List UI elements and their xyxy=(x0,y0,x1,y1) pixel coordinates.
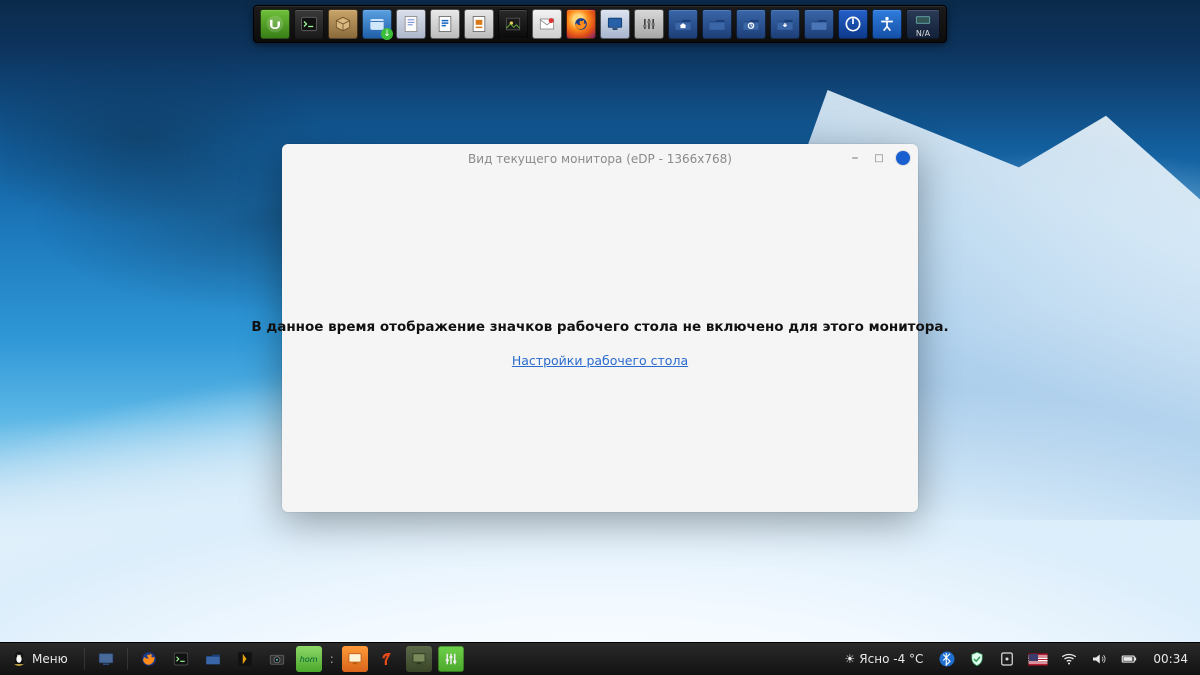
bluetooth-icon[interactable] xyxy=(935,646,959,672)
downloads-folder-icon[interactable] xyxy=(770,9,800,39)
taskbar-separator xyxy=(127,648,128,670)
homebank-icon[interactable]: hom xyxy=(296,646,322,672)
files-launcher-icon[interactable] xyxy=(200,646,226,672)
terminal-icon[interactable] xyxy=(294,9,324,39)
firefox-icon[interactable] xyxy=(566,9,596,39)
keyboard-layout-flag[interactable] xyxy=(1025,646,1051,672)
notes-icon[interactable] xyxy=(396,9,426,39)
show-desktop-icon[interactable] xyxy=(93,646,119,672)
window-title: Вид текущего монитора (eDP - 1366x768) xyxy=(468,152,732,166)
menu-label: Меню xyxy=(32,652,68,666)
cpu-temp-na[interactable]: N/A xyxy=(906,9,940,39)
volume-icon[interactable] xyxy=(1087,646,1111,672)
terminal-launcher-icon[interactable] xyxy=(168,646,194,672)
libreoffice-writer-icon[interactable] xyxy=(430,9,460,39)
plex-icon[interactable] xyxy=(232,646,258,672)
flag-us-icon xyxy=(1028,653,1048,666)
tux-icon xyxy=(10,650,28,668)
camera-icon[interactable] xyxy=(264,646,290,672)
window-message: В данное время отображение значков рабоч… xyxy=(251,319,948,335)
wifi-icon[interactable] xyxy=(1057,646,1081,672)
backup-icon[interactable] xyxy=(736,9,766,39)
top-dock: ↓ N/A xyxy=(253,5,947,43)
accessibility-icon[interactable] xyxy=(872,9,902,39)
window-titlebar[interactable]: Вид текущего монитора (eDP - 1366x768) –… xyxy=(282,144,918,174)
libreoffice-impress-icon[interactable] xyxy=(464,9,494,39)
na-label: N/A xyxy=(916,30,930,38)
battery-icon[interactable] xyxy=(1117,646,1141,672)
package-manager-icon[interactable] xyxy=(328,9,358,39)
folder-open-icon[interactable] xyxy=(804,9,834,39)
window-maximize-button[interactable]: □ xyxy=(872,151,886,165)
yandex-icon[interactable] xyxy=(374,646,400,672)
start-menu-button[interactable]: Меню xyxy=(6,646,76,672)
weather-sun-icon: ☀ xyxy=(845,652,856,666)
desktop-settings-link[interactable]: Настройки рабочего стола xyxy=(512,353,688,368)
shield-icon[interactable] xyxy=(965,646,989,672)
clock[interactable]: 00:34 xyxy=(1147,652,1194,666)
folder-icon[interactable] xyxy=(702,9,732,39)
taskbar-colon: : xyxy=(328,652,336,666)
weather-applet[interactable]: ☀ Ясно -4 °C xyxy=(839,652,930,666)
monitor-settings-icon[interactable] xyxy=(600,9,630,39)
audio-mixer-icon[interactable] xyxy=(634,9,664,39)
image-viewer-icon[interactable] xyxy=(498,9,528,39)
window-body: В данное время отображение значков рабоч… xyxy=(282,174,918,512)
mail-icon[interactable] xyxy=(532,9,562,39)
taskbar: Меню hom : xyxy=(0,642,1200,675)
firefox-launcher-icon[interactable] xyxy=(136,646,162,672)
window-minimize-button[interactable]: – xyxy=(848,151,862,165)
window-close-button[interactable] xyxy=(896,151,910,165)
mixer-task[interactable] xyxy=(438,646,464,672)
weather-text: Ясно -4 °C xyxy=(859,652,923,666)
clock-text: 00:34 xyxy=(1153,652,1188,666)
mint-menu-icon[interactable] xyxy=(260,9,290,39)
display-window-task[interactable] xyxy=(342,646,368,672)
power-icon[interactable] xyxy=(838,9,868,39)
downloads-icon[interactable]: ↓ xyxy=(362,9,392,39)
home-folder-icon[interactable] xyxy=(668,9,698,39)
monitor-view-window: Вид текущего монитора (eDP - 1366x768) –… xyxy=(282,144,918,512)
taskbar-separator xyxy=(84,648,85,670)
file-manager-task[interactable] xyxy=(406,646,432,672)
update-manager-icon[interactable] xyxy=(995,646,1019,672)
